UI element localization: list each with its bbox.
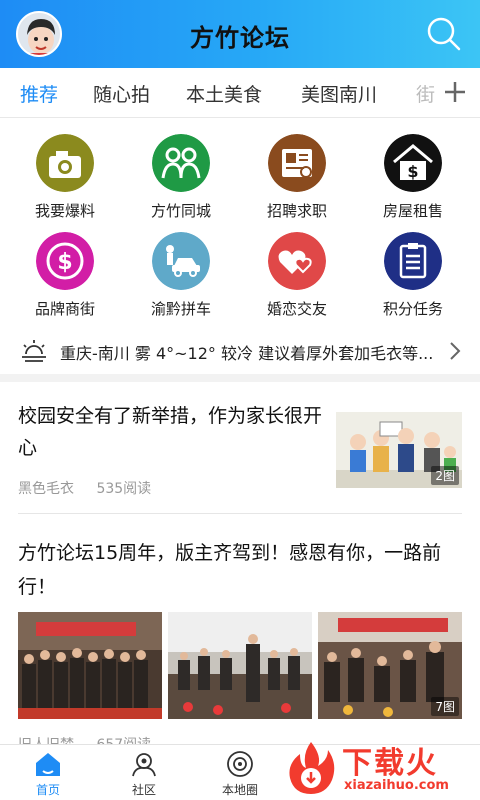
image-count-badge: 7图: [431, 697, 459, 716]
add-tab-button[interactable]: [442, 79, 468, 105]
article-image[interactable]: [18, 612, 162, 719]
people-icon: [152, 134, 210, 192]
article-image[interactable]: 7图: [318, 612, 462, 719]
article-meta: 黑色毛衣 535阅读: [18, 478, 169, 498]
grid-label: 积分任务: [382, 300, 443, 318]
tab-nanchuan-photos[interactable]: 美图南川: [301, 80, 377, 107]
weather-sun-icon: [22, 340, 46, 362]
image-count-badge: 2图: [431, 466, 459, 485]
dollar-coin-icon: $: [36, 232, 94, 290]
grid-label: 我要爆料: [34, 202, 95, 220]
app-header: 方竹论坛: [0, 0, 480, 68]
nav-home[interactable]: 首页: [8, 749, 88, 798]
chevron-right-icon: [450, 342, 461, 360]
grid-label: 招聘求职: [266, 202, 327, 220]
article-author: 黑色毛衣: [18, 481, 74, 497]
plus-icon: [445, 82, 465, 102]
search-button[interactable]: [424, 14, 464, 54]
article-card[interactable]: 方竹论坛15周年，版主齐驾到！感恩有你，一路前行！ 7图: [0, 514, 480, 754]
svg-text:$: $: [57, 250, 72, 275]
camera-icon: [36, 134, 94, 192]
grid-item-housing[interactable]: $ 房屋租售: [358, 134, 468, 221]
category-tabs: 推荐 随心拍 本土美食 美图南川 街: [0, 68, 480, 118]
flame-logo-icon: [289, 742, 335, 794]
article-thumbnail[interactable]: 2图: [336, 412, 462, 488]
search-icon: [427, 17, 461, 51]
grid-item-carpool[interactable]: 渝黔拼车: [126, 232, 236, 319]
grid-item-jobs[interactable]: 招聘求职: [242, 134, 352, 221]
nav-community[interactable]: 社区: [104, 749, 184, 798]
page-title: 方竹论坛: [190, 24, 290, 52]
nav-label: 首页: [35, 783, 60, 797]
car-icon: [152, 232, 210, 290]
nav-label: 社区: [131, 783, 156, 797]
house-dollar-icon: $: [384, 134, 442, 192]
home-icon: [36, 753, 60, 776]
nav-label: 本地圈: [221, 783, 258, 797]
grid-label: 品牌商街: [34, 300, 95, 318]
watermark: 下载火 xiazaihuo.com: [280, 736, 476, 800]
tab-recommend[interactable]: 推荐: [20, 80, 58, 107]
watermark-text: 下载火: [342, 746, 438, 781]
weather-text: 重庆-南川 雾 4°~12° 较冷 建议着厚外套加毛衣等...: [60, 344, 434, 363]
tab-street[interactable]: 街: [416, 80, 440, 107]
article-image[interactable]: [168, 612, 312, 719]
grid-label: 方竹同城: [150, 202, 211, 220]
banquet-photo: [168, 612, 312, 719]
community-icon: [132, 753, 156, 777]
grid-item-fangzhu-city[interactable]: 方竹同城: [126, 134, 236, 221]
resume-icon: [268, 134, 326, 192]
section-divider: [0, 374, 480, 382]
article-title[interactable]: 校园安全有了新举措，作为家长很开心: [18, 400, 323, 464]
weather-bar[interactable]: 重庆-南川 雾 4°~12° 较冷 建议着厚外套加毛衣等...: [0, 332, 480, 372]
article-title[interactable]: 方竹论坛15周年，版主齐驾到！感恩有你，一路前行！: [18, 536, 463, 604]
group-photo: [18, 612, 162, 719]
tab-local-food[interactable]: 本土美食: [186, 80, 262, 107]
tab-casual-photo[interactable]: 随心拍: [93, 80, 150, 107]
grid-item-report[interactable]: 我要爆料: [10, 134, 120, 221]
nav-local-circle[interactable]: 本地圈: [200, 749, 280, 798]
article-reads: 535阅读: [96, 481, 152, 497]
grid-item-brand-street[interactable]: $ 品牌商街: [10, 232, 120, 319]
hearts-icon: [268, 232, 326, 290]
grid-label: 渝黔拼车: [150, 300, 211, 318]
grid-label: 房屋租售: [382, 202, 443, 220]
article-card[interactable]: 校园安全有了新举措，作为家长很开心 黑色毛衣 535阅读 2图: [0, 382, 480, 512]
grid-item-dating[interactable]: 婚恋交友: [242, 232, 352, 319]
local-circle-icon: [227, 751, 253, 777]
watermark-url: xiazaihuo.com: [344, 778, 449, 793]
grid-item-points-tasks[interactable]: 积分任务: [358, 232, 468, 319]
clipboard-icon: [384, 232, 442, 290]
svg-text:$: $: [407, 162, 418, 181]
grid-label: 婚恋交友: [266, 300, 327, 318]
